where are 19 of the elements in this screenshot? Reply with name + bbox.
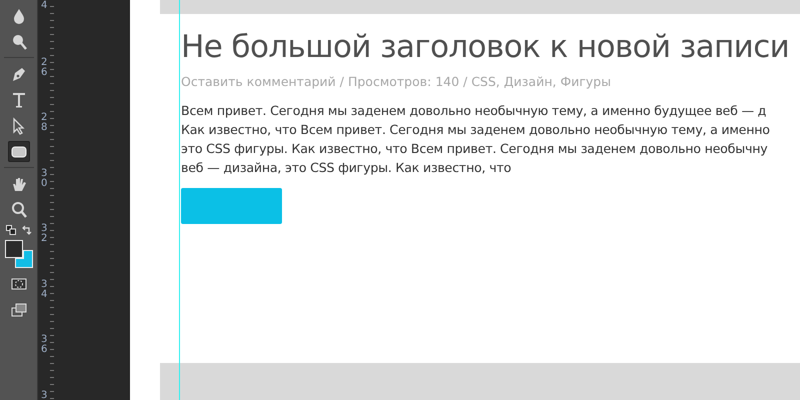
ruler-label: 36	[41, 335, 48, 355]
post-title: Не большой заголовок к новой записи	[181, 28, 790, 67]
ruler-label: 26	[41, 58, 48, 78]
ruler-label: 4	[41, 1, 48, 11]
ruler-label: 34	[41, 280, 48, 300]
ruler-label: 30	[41, 168, 48, 188]
rounded-rectangle-icon[interactable]	[8, 141, 30, 162]
body-text-line: Как известно, что Всем привет. Сегодня мы заденем довольно необычную тему, а именно	[181, 121, 771, 139]
ruler-label: 32	[41, 224, 48, 244]
ruler-label: 28	[41, 113, 48, 133]
body-text-line: Всем привет. Сегодня мы заденем довольно необычную тему, а именно будущее веб — д	[181, 102, 768, 120]
body-text-line: это CSS фигуры. Как известно, что Всем привет. Сегодня мы заденем довольно необычну	[181, 140, 769, 158]
background-color-swatch[interactable]	[14, 250, 32, 268]
swap-arrow-icon[interactable]	[22, 225, 32, 235]
foreground-color-swatch[interactable]	[4, 240, 22, 258]
body-text-line: веб — дизайна, это CSS фигуры. Как известно, что	[181, 159, 512, 177]
post-meta: Оставить комментарий / Просмотров: 140 / CSS, Дизайн, Фигуры	[181, 74, 612, 89]
default-colors-icon[interactable]	[6, 225, 16, 235]
ruler-label: 3	[41, 390, 48, 400]
